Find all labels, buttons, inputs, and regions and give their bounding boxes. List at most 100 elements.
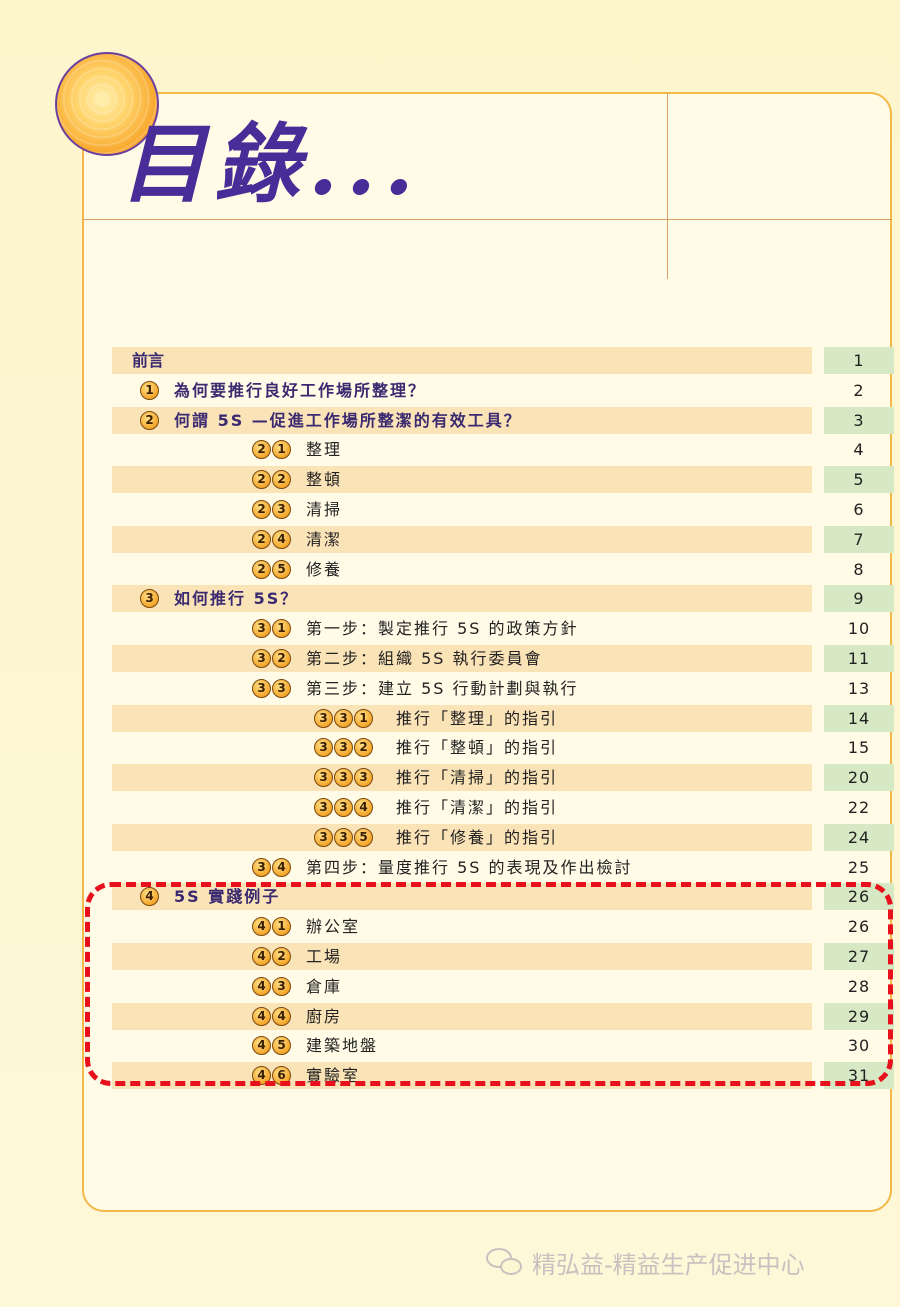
toc-entry[interactable]: 3 3 1 推行「整理」的指引 [314,705,558,732]
toc-entry[interactable]: 3 3 2 推行「整頓」的指引 [314,734,558,761]
toc-entry-label: 第一步：製定推行 5S 的政策方針 [306,619,579,639]
toc-entry-label: 修養 [306,559,343,579]
toc-row[interactable]: 3 3 1 推行「整理」的指引 14 [112,704,894,735]
section-number-badge: 1 [272,440,291,460]
section-number-badge: 4 [272,529,291,549]
section-number-badge: 2 [252,440,271,460]
toc-row[interactable]: 3 3 4 推行「清潔」的指引 22 [112,794,894,824]
section-number-badge: 2 [272,648,291,668]
toc-row[interactable]: 3 3 2 推行「整頓」的指引 15 [112,734,894,764]
section-number-badge: 3 [272,678,291,698]
toc-entry-label: 前言 [132,351,165,370]
toc-entry[interactable]: 2 何謂 5S —促進工作場所整潔的有效工具？ [140,407,522,434]
section-number-badge: 1 [272,619,291,639]
toc-row[interactable]: 3 2 第二步：組織 5S 執行委員會 11 [112,644,894,675]
section-number-badge: 5 [354,827,373,847]
section-number-badge: 5 [272,559,291,579]
section-number-badge: 3 [334,708,353,728]
title-divider [82,219,892,220]
toc-row[interactable]: 2 5 修養 8 [112,556,894,586]
section-number-badge: 2 [252,499,271,519]
toc-entry-label: 推行「修養」的指引 [396,827,559,847]
toc-entry-label: 何謂 5S —促進工作場所整潔的有效工具？ [174,410,522,430]
section-number-badges: 1 [140,380,160,400]
toc-row[interactable]: 3 3 第三步：建立 5S 行動計劃與執行 13 [112,675,894,705]
toc-row[interactable]: 2 何謂 5S —促進工作場所整潔的有效工具？ 3 [112,406,894,437]
section-number-badge: 3 [354,768,373,788]
section-number-badges: 3 [140,589,160,609]
section-number-badge: 3 [314,738,333,758]
toc-page-number: 2 [853,380,865,400]
toc-entry[interactable]: 3 2 第二步：組織 5S 執行委員會 [252,645,543,672]
page-title: 目錄... [120,114,422,215]
toc-page-number: 14 [847,708,871,728]
toc-page-number: 24 [847,827,871,847]
toc-row[interactable]: 2 3 清掃 6 [112,496,894,526]
toc-row[interactable]: 2 4 清潔 7 [112,525,894,556]
section-number-badge: 3 [252,857,271,877]
toc-row[interactable]: 1 為何要推行良好工作場所整理？ 2 [112,377,894,407]
toc-entry-label: 整頓 [306,470,343,490]
header-vertical-divider [667,93,668,279]
toc-page-number: 10 [847,619,871,639]
section-number-badges: 23 [252,499,292,519]
toc-page-number: 4 [853,440,865,460]
toc-entry-label: 推行「清潔」的指引 [396,797,559,817]
section-number-badges: 2 [140,410,160,430]
toc-row[interactable]: 3 如何推行 5S？ 9 [112,585,894,615]
toc-page-number: 13 [847,678,871,698]
wechat-icon [486,1246,526,1278]
toc-entry[interactable]: 2 3 清掃 [252,496,342,523]
toc-row[interactable]: 3 3 3 推行「清掃」的指引 20 [112,764,894,794]
toc-row[interactable]: 3 1 第一步：製定推行 5S 的政策方針 10 [112,615,894,645]
toc-page-number: 1 [853,351,865,370]
toc-entry[interactable]: 3 3 第三步：建立 5S 行動計劃與執行 [252,675,579,702]
toc-row-band [112,525,812,553]
toc-page-number: 3 [853,410,865,430]
section-number-badge: 3 [334,768,353,788]
toc-page-number: 25 [847,857,871,877]
toc-row-band [112,496,812,523]
toc-entry[interactable]: 3 3 3 推行「清掃」的指引 [314,764,558,791]
toc-entry[interactable]: 1 為何要推行良好工作場所整理？ [140,377,426,404]
section-number-badge: 4 [272,857,291,877]
toc-entry[interactable]: 3 4 第四步：量度推行 5S 的表現及作出檢討 [252,854,633,881]
toc-page-number: 20 [847,768,871,788]
toc-entry[interactable]: 2 5 修養 [252,556,342,583]
toc-page-number: 15 [847,738,871,758]
section-number-badge: 2 [252,529,271,549]
toc-entry[interactable]: 2 2 整頓 [252,466,342,493]
section-number-badge: 3 [252,648,271,668]
toc-row[interactable]: 前言 1 [112,347,894,377]
toc-row[interactable]: 3 4 第四步：量度推行 5S 的表現及作出檢討 25 [112,854,894,884]
toc-entry[interactable]: 3 如何推行 5S？ [140,585,298,612]
toc-row[interactable]: 2 1 整理 4 [112,436,894,466]
toc-page-number: 6 [853,499,865,519]
section-number-badge: 2 [252,559,271,579]
section-number-badges: 22 [252,470,292,490]
section-number-badge: 3 [252,678,271,698]
toc-page-number: 8 [853,559,865,579]
toc-entry[interactable]: 3 1 第一步：製定推行 5S 的政策方針 [252,615,579,642]
toc-row[interactable]: 3 3 5 推行「修養」的指引 24 [112,823,894,854]
section-number-badge: 3 [334,797,353,817]
toc-row[interactable]: 2 2 整頓 5 [112,466,894,496]
toc-entry[interactable]: 前言 [132,347,164,374]
toc-row-band [112,436,812,463]
toc-entry[interactable]: 3 3 5 推行「修養」的指引 [314,824,558,851]
section-number-badge: 2 [354,738,373,758]
toc-entry[interactable]: 2 4 清潔 [252,526,342,553]
toc-row-band [112,556,812,583]
section-number-badges: 331 [314,708,374,728]
toc-row-band [112,466,812,494]
section-number-badge: 2 [140,410,159,430]
section-number-badges: 31 [252,619,292,639]
section-number-badge: 3 [140,589,159,609]
toc-entry[interactable]: 3 3 4 推行「清潔」的指引 [314,794,558,821]
toc-page-number: 9 [853,589,865,609]
toc-entry[interactable]: 2 1 整理 [252,436,342,463]
section-number-badge: 3 [272,499,291,519]
section-number-badges: 32 [252,648,292,668]
section-number-badge: 3 [314,827,333,847]
section-number-badges: 33 [252,678,292,698]
